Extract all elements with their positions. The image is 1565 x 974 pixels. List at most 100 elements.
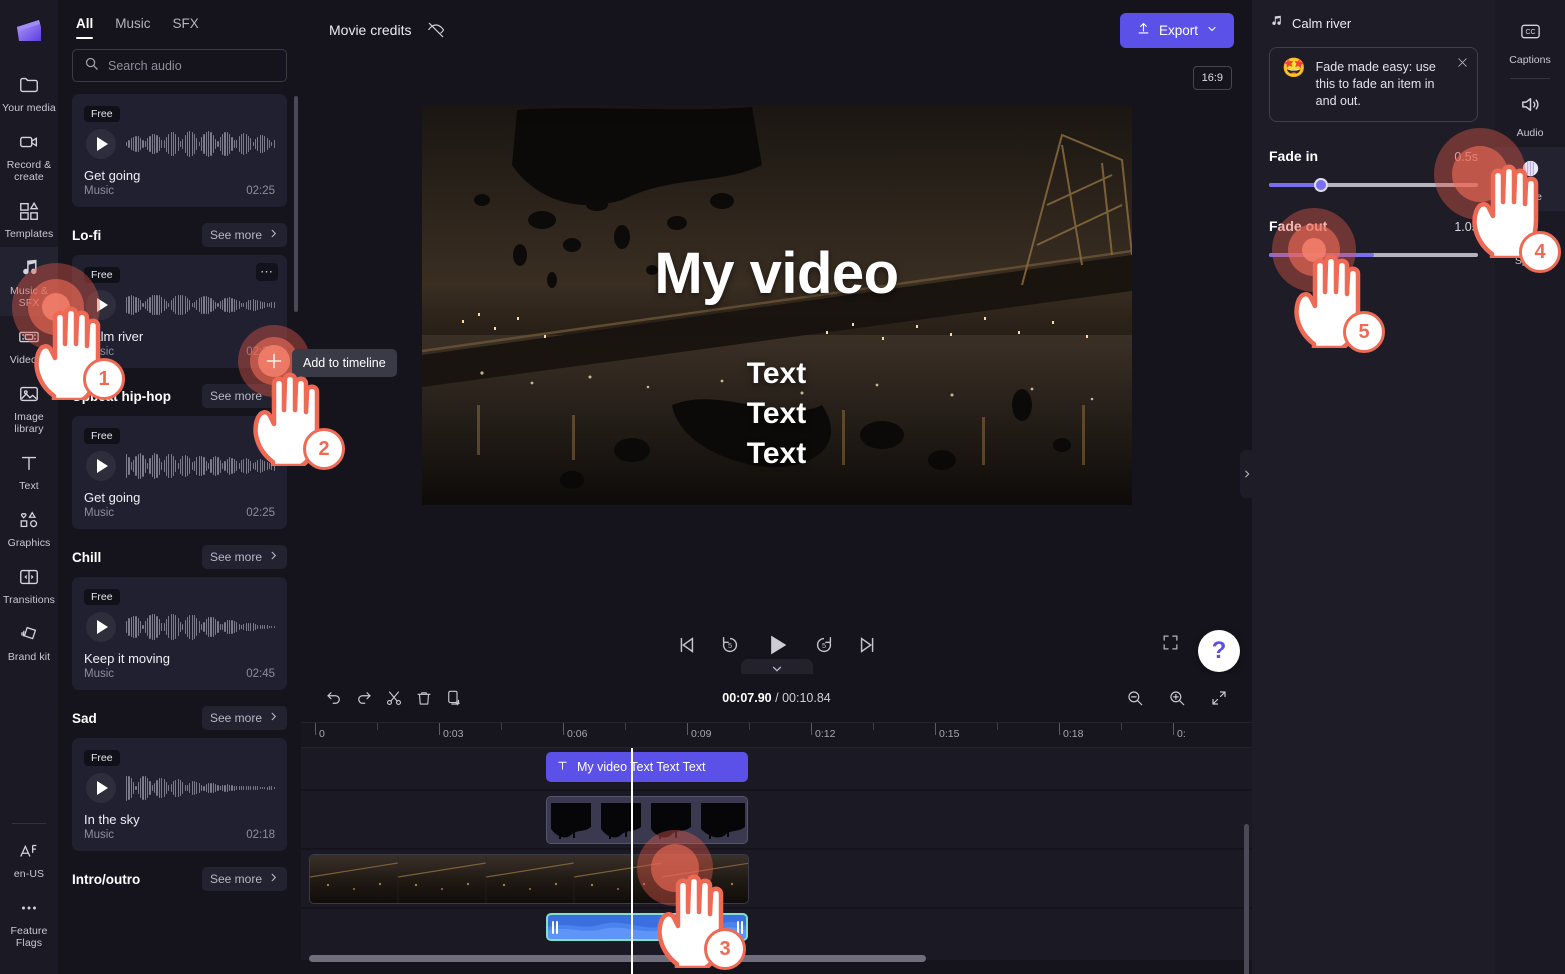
sidebar-item-record-create[interactable]: Record & create — [0, 121, 58, 190]
help-button[interactable]: ? — [1198, 630, 1240, 672]
play-button[interactable] — [86, 129, 116, 159]
play-button[interactable] — [86, 290, 116, 320]
duplicate-button[interactable] — [439, 683, 469, 713]
sidebar-item-image-library[interactable]: Image library — [0, 373, 58, 442]
svg-text:CC: CC — [1525, 29, 1535, 36]
audio-card-calm-river[interactable]: Free ⋯ Calm river Music 02:24 — [72, 255, 287, 368]
audio-card-more-options-button[interactable]: ⋯ — [256, 263, 278, 281]
audio-type: Music — [84, 668, 115, 680]
audio-type: Music — [84, 507, 115, 519]
group-title: Lo-fi — [72, 227, 102, 243]
clip-right-handle[interactable] — [733, 915, 746, 939]
audio-card-in-the-sky[interactable]: Free In the sky Music 02:18 — [72, 738, 287, 851]
text-icon — [556, 759, 569, 775]
zoom-out-button[interactable] — [1120, 683, 1150, 713]
tab-music[interactable]: Music — [115, 16, 150, 39]
sidebar-item-transitions[interactable]: Transitions — [0, 556, 58, 613]
audio-duration: 02:18 — [246, 829, 275, 841]
sidebar-item-feature-flags[interactable]: Feature Flags — [0, 887, 58, 956]
play-button[interactable] — [86, 451, 116, 481]
delete-button[interactable] — [409, 683, 439, 713]
music-note-icon — [1269, 14, 1283, 33]
redo-button[interactable] — [349, 683, 379, 713]
audio-type: Music — [84, 829, 115, 841]
split-button[interactable] — [379, 683, 409, 713]
timeline-track-text[interactable]: My video Text Text Text — [301, 748, 1252, 790]
video-preview[interactable]: My video Text Text Text — [421, 105, 1132, 505]
sidebar-item-brand-kit[interactable]: Brand kit — [0, 613, 58, 670]
play-button[interactable] — [763, 631, 791, 659]
timeline-track-video[interactable] — [301, 850, 1252, 908]
fullscreen-icon[interactable] — [1161, 633, 1180, 657]
see-more-label: See more — [209, 228, 262, 242]
play-button[interactable] — [86, 612, 116, 642]
sidebar-item-text[interactable]: Text — [0, 442, 58, 499]
sidebar-item-video-in[interactable]: Video in — [0, 316, 58, 373]
properties-panel: Calm river 🤩 Fade made easy: use this to… — [1240, 0, 1495, 974]
music-clip[interactable] — [546, 913, 748, 941]
skip-to-end-button[interactable] — [857, 634, 879, 656]
timeline-horizontal-scrollbar[interactable] — [309, 955, 1244, 962]
project-title[interactable]: Movie credits — [329, 22, 411, 38]
timeline-toolbar: 00:07.90 / 00:10.84 — [301, 674, 1252, 722]
search-icon — [84, 56, 99, 76]
tool-captions[interactable]: CC Captions — [1495, 10, 1565, 74]
sidebar-item-label: Templates — [4, 228, 54, 240]
see-more-lo-fi[interactable]: See more — [201, 223, 287, 247]
play-icon — [97, 298, 108, 312]
sidebar-item-music-and-sfx[interactable]: Music & SFX — [0, 247, 58, 316]
eye-off-icon[interactable] — [425, 19, 447, 41]
waveform — [126, 451, 275, 481]
sidebar-item-your-media[interactable]: Your media — [0, 64, 58, 121]
library-scrollbar[interactable] — [294, 96, 298, 312]
zoom-in-button[interactable] — [1162, 683, 1192, 713]
tool-label: Speed — [1514, 255, 1546, 267]
tool-rail-divider — [1510, 78, 1550, 79]
tab-all[interactable]: All — [76, 16, 94, 39]
aspect-ratio-chip[interactable]: 16:9 — [1192, 66, 1232, 90]
timeline-ruler[interactable]: 0 0:03 0:06 0:09 0:12 0:15 0:18 0: — [301, 722, 1252, 748]
undo-button[interactable] — [319, 683, 349, 713]
skip-to-start-button[interactable] — [675, 634, 697, 656]
forward-5-button[interactable]: 5 — [813, 634, 835, 656]
search-input[interactable] — [108, 58, 275, 73]
collapse-properties-button[interactable] — [1240, 450, 1253, 498]
search-audio-box[interactable] — [72, 49, 287, 82]
fade-in-slider[interactable] — [1269, 178, 1478, 192]
tool-fade[interactable]: Fade — [1495, 147, 1565, 211]
speaker-icon — [1519, 93, 1542, 121]
overlay-clip[interactable] — [546, 796, 748, 844]
fit-to-screen-button[interactable] — [1204, 683, 1234, 713]
rewind-5-button[interactable]: 5 — [719, 634, 741, 656]
export-button[interactable]: Export — [1120, 12, 1234, 48]
see-more-intro-outro[interactable]: See more — [201, 867, 287, 891]
fade-out-slider[interactable] — [1269, 248, 1478, 262]
video-clip[interactable] — [309, 854, 749, 904]
fade-icon — [1519, 157, 1542, 185]
play-button[interactable] — [86, 773, 116, 803]
timeline-track-music[interactable] — [301, 909, 1252, 961]
see-more-sad[interactable]: See more — [201, 706, 287, 730]
tool-speed[interactable]: Speed — [1495, 211, 1565, 275]
sidebar-item-graphics[interactable]: Graphics — [0, 499, 58, 556]
editor-main: Movie credits Export 16:9 My video Text … — [301, 0, 1252, 974]
clip-left-handle[interactable] — [548, 915, 561, 939]
top-bar: Movie credits Export — [301, 0, 1252, 60]
audio-card-keep-it-moving[interactable]: Free Keep it moving Music 02:45 — [72, 577, 287, 690]
audio-card-get-going[interactable]: Free Get going Music 02:25 — [72, 416, 287, 529]
see-more-chill[interactable]: See more — [201, 545, 287, 569]
slider-knob[interactable] — [1314, 178, 1329, 192]
tab-sfx[interactable]: SFX — [173, 16, 199, 39]
playhead[interactable] — [631, 748, 633, 974]
tool-audio[interactable]: Audio — [1495, 83, 1565, 147]
see-more-upbeat-hip-hop[interactable]: See more — [201, 384, 287, 408]
sidebar-item-language[interactable]: en-US — [0, 830, 58, 887]
close-icon[interactable] — [1456, 56, 1469, 74]
group-header-upbeat-hip-hop: Upbeat hip-hop See more — [72, 370, 287, 416]
text-clip[interactable]: My video Text Text Text — [546, 752, 748, 782]
audio-card-get-going-top[interactable]: Free Get going Music 02:25 — [72, 94, 287, 207]
audio-duration: 02:25 — [246, 507, 275, 519]
timeline-track-overlay[interactable] — [301, 791, 1252, 849]
timeline-vertical-scrollbar[interactable] — [1244, 824, 1249, 974]
sidebar-item-templates[interactable]: Templates — [0, 190, 58, 247]
